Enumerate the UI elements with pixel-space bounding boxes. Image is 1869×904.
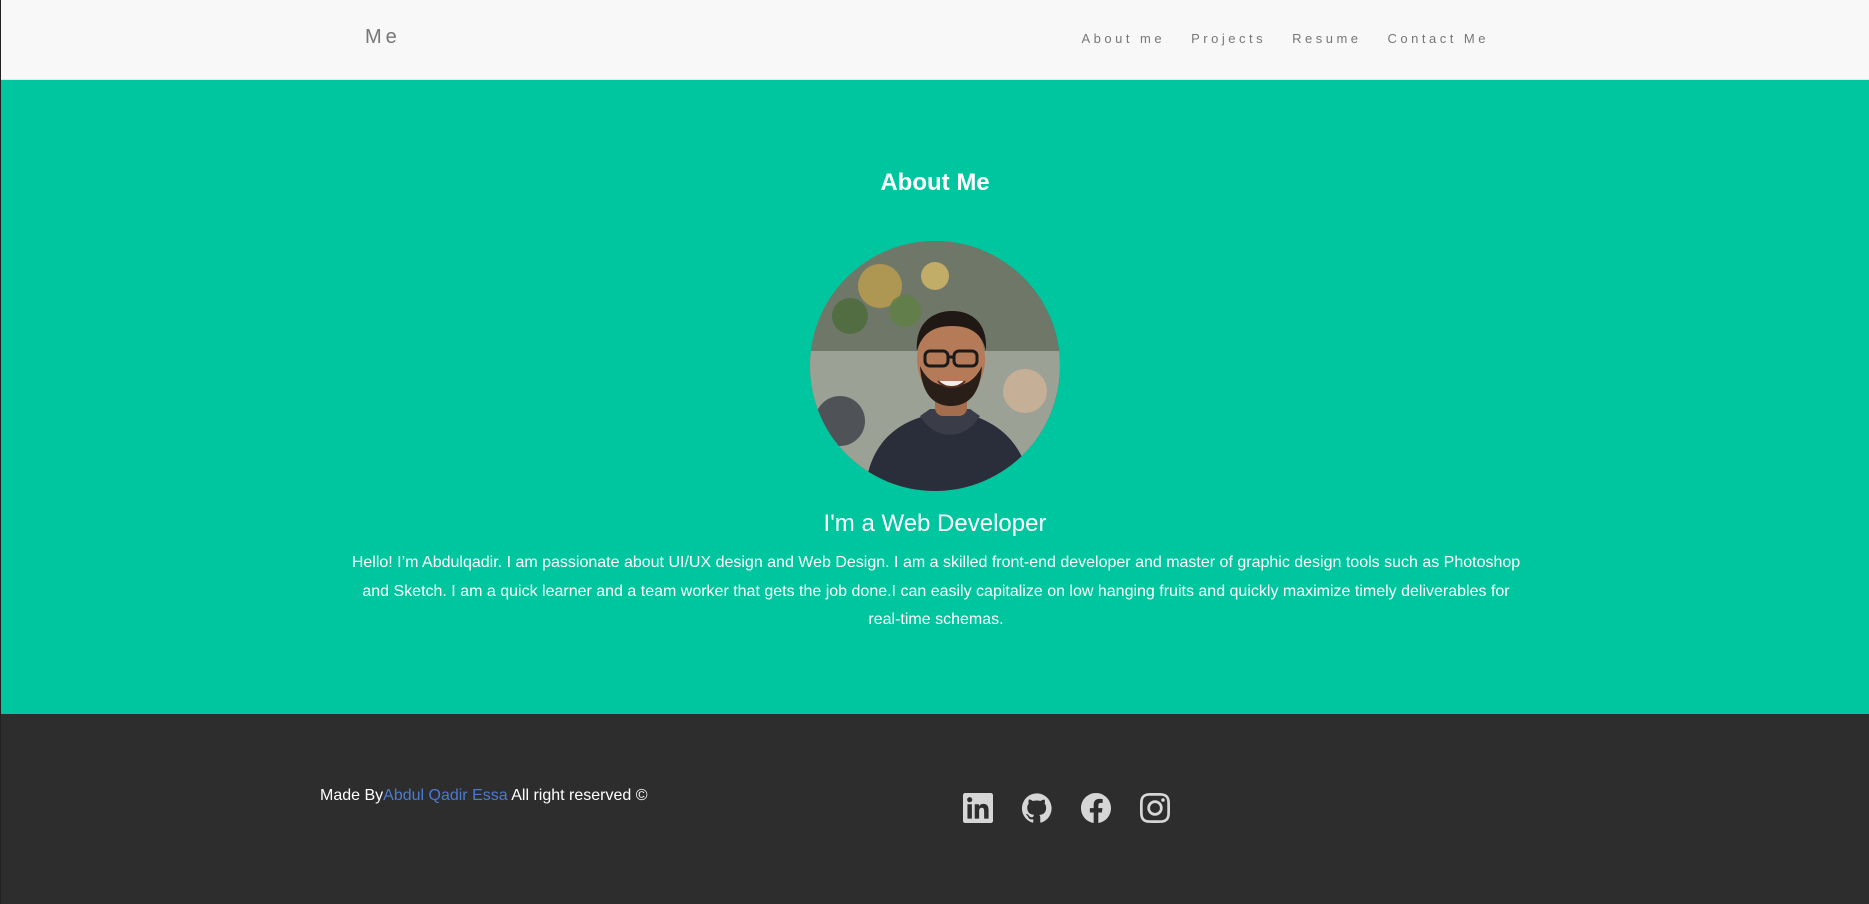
facebook-link[interactable]	[1081, 793, 1113, 825]
nav-contact-me[interactable]: Contact Me	[1388, 31, 1489, 46]
profile-photo	[810, 241, 1060, 491]
bio-paragraph: Hello! I’m Abdulqadir. I am passionate a…	[351, 554, 1521, 628]
nav-links: About me Projects Resume Contact Me	[1055, 31, 1489, 46]
credit-suffix: All right reserved ©	[507, 787, 648, 804]
nav-projects[interactable]: Projects	[1191, 31, 1266, 46]
section-title: About Me	[880, 169, 990, 196]
facebook-icon	[1081, 793, 1111, 823]
social-links	[963, 793, 1199, 825]
github-icon	[1021, 793, 1052, 823]
navbar: Me About me Projects Resume Contact Me	[1, 0, 1869, 80]
brand-logo[interactable]: Me	[365, 26, 401, 49]
role-heading: I'm a Web Developer	[823, 510, 1047, 537]
github-link[interactable]	[1021, 793, 1054, 825]
linkedin-link[interactable]	[963, 793, 995, 825]
nav-resume[interactable]: Resume	[1292, 31, 1361, 46]
page: Me About me Projects Resume Contact Me A…	[0, 0, 1869, 904]
instagram-link[interactable]	[1140, 793, 1172, 825]
linkedin-icon	[963, 793, 993, 823]
footer-credit: Made ByAbdul Qadir Essa All right reserv…	[320, 787, 648, 805]
about-section: About Me I'm a Web Developer Hello! I’m …	[1, 80, 1869, 714]
footer: Made ByAbdul Qadir Essa All right reserv…	[1, 714, 1869, 904]
instagram-icon	[1140, 793, 1170, 823]
nav-about-me[interactable]: About me	[1081, 31, 1165, 46]
author-link[interactable]: Abdul Qadir Essa	[383, 787, 508, 804]
credit-prefix: Made By	[320, 787, 384, 804]
